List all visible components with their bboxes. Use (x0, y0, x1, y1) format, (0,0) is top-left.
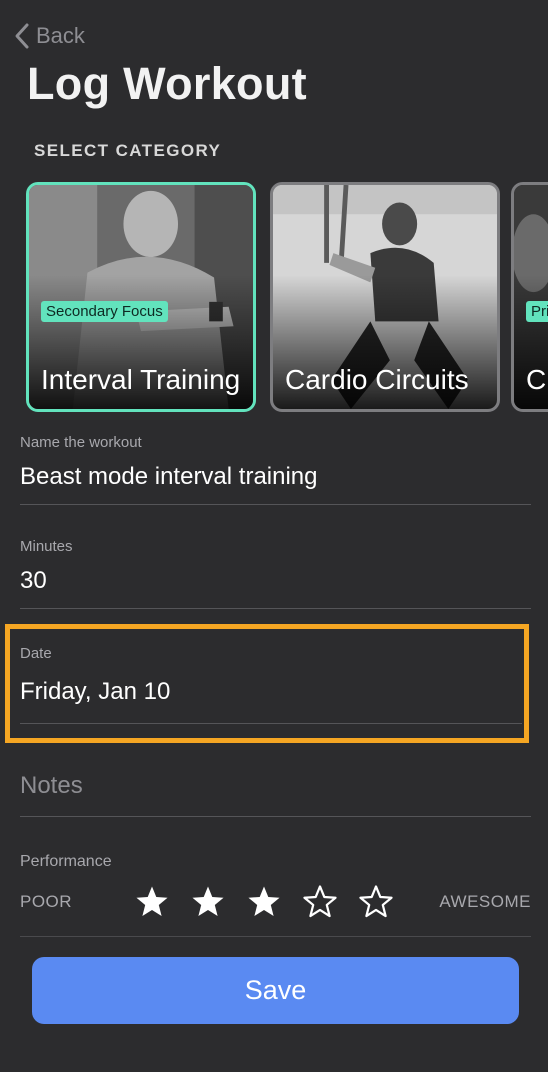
category-card-interval-training[interactable]: Secondary Focus Interval Training (26, 182, 256, 412)
rating-min-label: POOR (20, 892, 73, 911)
minutes-label: Minutes (20, 538, 73, 555)
star-filled-icon[interactable] (180, 885, 236, 919)
date-field-highlight (5, 624, 529, 743)
notes-field[interactable]: Notes (20, 772, 531, 817)
star-rating[interactable] (124, 885, 404, 919)
workout-name-label: Name the workout (20, 434, 142, 451)
star-outline-icon[interactable] (292, 885, 348, 919)
workout-name-value[interactable]: Beast mode interval training (20, 463, 531, 491)
star-outline-icon[interactable] (348, 885, 404, 919)
minutes-field[interactable]: Minutes 30 (20, 538, 531, 609)
log-workout-screen: Back Log Workout SELECT CATEGORY Seconda… (0, 0, 548, 1072)
category-title: Interval Training (41, 364, 241, 395)
performance-rating-row: POOR AWESOME (20, 880, 531, 924)
chevron-left-icon (15, 23, 29, 49)
save-button[interactable]: Save (32, 957, 519, 1024)
category-title: Cl Tr (526, 364, 548, 395)
notes-placeholder[interactable]: Notes (20, 772, 531, 800)
star-filled-icon[interactable] (124, 885, 180, 919)
back-label: Back (36, 23, 85, 48)
star-filled-icon[interactable] (236, 885, 292, 919)
category-card-partial[interactable]: Pri Cl Tr (511, 182, 548, 412)
category-carousel[interactable]: Secondary Focus Interval Training Cardio… (26, 182, 548, 412)
rating-max-label: AWESOME (439, 892, 531, 911)
minutes-value[interactable]: 30 (20, 567, 531, 595)
page-title: Log Workout (27, 58, 307, 109)
performance-label: Performance (20, 853, 112, 870)
category-section-label: SELECT CATEGORY (34, 141, 222, 160)
workout-name-field[interactable]: Name the workout Beast mode interval tra… (20, 434, 531, 505)
category-card-cardio-circuits[interactable]: Cardio Circuits (270, 182, 500, 412)
back-button[interactable]: Back (14, 18, 85, 54)
category-badge: Secondary Focus (41, 301, 168, 322)
category-badge: Pri (526, 301, 548, 322)
category-title: Cardio Circuits (285, 364, 469, 395)
